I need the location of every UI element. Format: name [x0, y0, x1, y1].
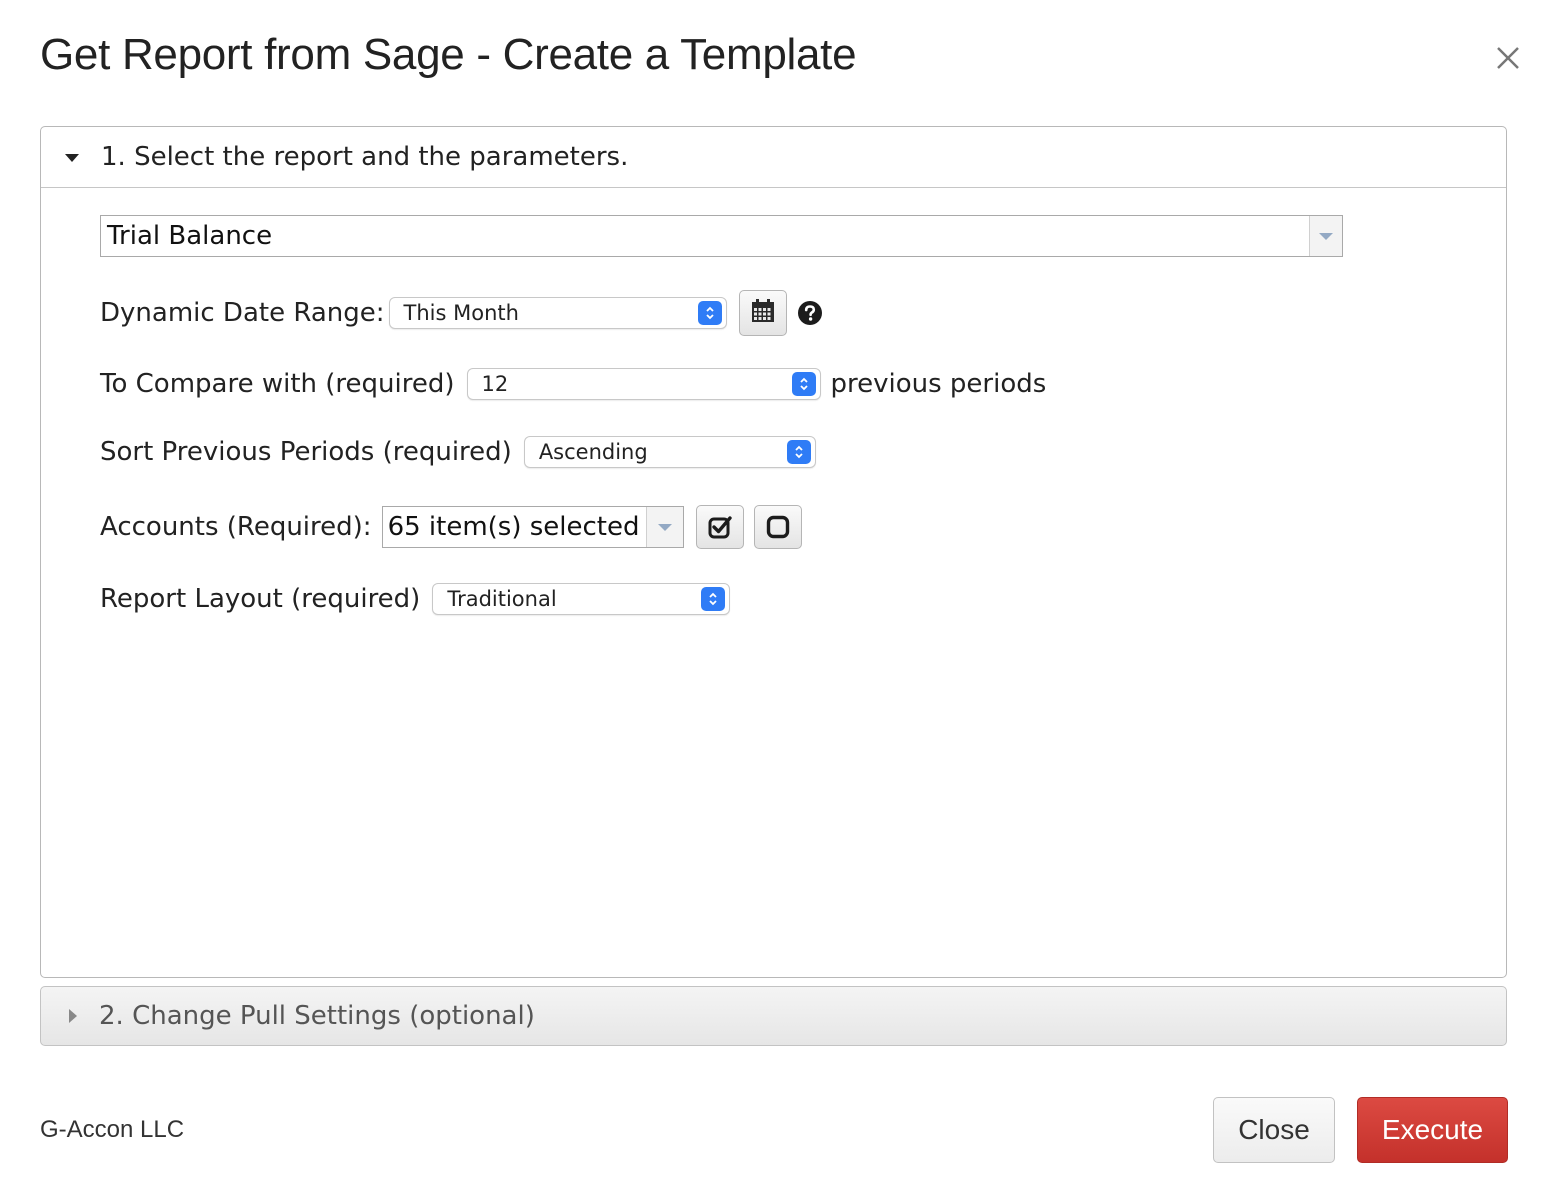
- compare-value: 12: [481, 372, 509, 396]
- accounts-multiselect[interactable]: 65 item(s) selected: [381, 506, 684, 548]
- execute-button[interactable]: Execute: [1357, 1097, 1508, 1163]
- section2-title: 2. Change Pull Settings (optional): [99, 1001, 535, 1031]
- date-range-value: This Month: [403, 301, 519, 325]
- close-button[interactable]: Close: [1213, 1097, 1335, 1163]
- report-select[interactable]: Trial Balance: [100, 215, 1343, 257]
- help-icon[interactable]: [797, 300, 823, 326]
- stepper-icon: [786, 440, 811, 464]
- sort-select[interactable]: Ascending: [523, 436, 816, 468]
- date-range-row: Dynamic Date Range: This Month: [100, 290, 823, 336]
- compare-select[interactable]: 12: [466, 368, 821, 400]
- layout-select[interactable]: Traditional: [432, 583, 731, 615]
- dialog-title: Get Report from Sage - Create a Template: [40, 30, 857, 79]
- stepper-icon: [697, 301, 722, 325]
- accounts-value: 65 item(s) selected: [387, 512, 640, 542]
- compare-suffix: previous periods: [830, 369, 1047, 399]
- date-range-label: Dynamic Date Range:: [100, 298, 385, 328]
- check-all-icon: [707, 514, 733, 540]
- accounts-label: Accounts (Required):: [100, 512, 372, 542]
- compare-row: To Compare with (required) 12 previous p…: [100, 368, 1046, 400]
- section1-title: 1. Select the report and the parameters.: [101, 142, 629, 172]
- layout-value: Traditional: [447, 587, 557, 611]
- layout-label: Report Layout (required): [100, 584, 421, 614]
- select-all-button[interactable]: [695, 505, 744, 549]
- sort-label: Sort Previous Periods (required): [100, 437, 512, 467]
- section1-header[interactable]: 1. Select the report and the parameters.: [41, 127, 1506, 188]
- report-select-value: Trial Balance: [107, 221, 273, 251]
- caret-right-icon: [69, 1009, 77, 1023]
- calendar-button[interactable]: [738, 290, 787, 336]
- section-pull-settings[interactable]: 2. Change Pull Settings (optional): [40, 986, 1507, 1046]
- date-range-select[interactable]: This Month: [388, 297, 727, 329]
- sort-value: Ascending: [538, 440, 648, 464]
- report-select-arrow[interactable]: [1309, 216, 1342, 256]
- compare-label: To Compare with (required): [100, 369, 455, 399]
- section-report-parameters: 1. Select the report and the parameters.…: [40, 126, 1507, 978]
- stepper-icon: [791, 372, 816, 396]
- calendar-icon: [750, 298, 776, 328]
- close-icon[interactable]: [1490, 40, 1526, 76]
- chevron-down-icon: [1319, 232, 1333, 240]
- layout-row: Report Layout (required) Traditional: [100, 583, 731, 615]
- caret-down-icon: [65, 154, 79, 162]
- uncheck-all-icon: [765, 514, 791, 540]
- accounts-row: Accounts (Required): 65 item(s) selected: [100, 505, 802, 549]
- accounts-select-arrow[interactable]: [645, 507, 683, 547]
- footer-brand: G-Accon LLC: [40, 1116, 185, 1143]
- deselect-all-button[interactable]: [753, 505, 802, 549]
- stepper-icon: [701, 587, 726, 611]
- chevron-down-icon: [657, 523, 672, 531]
- sort-row: Sort Previous Periods (required) Ascendi…: [100, 436, 816, 468]
